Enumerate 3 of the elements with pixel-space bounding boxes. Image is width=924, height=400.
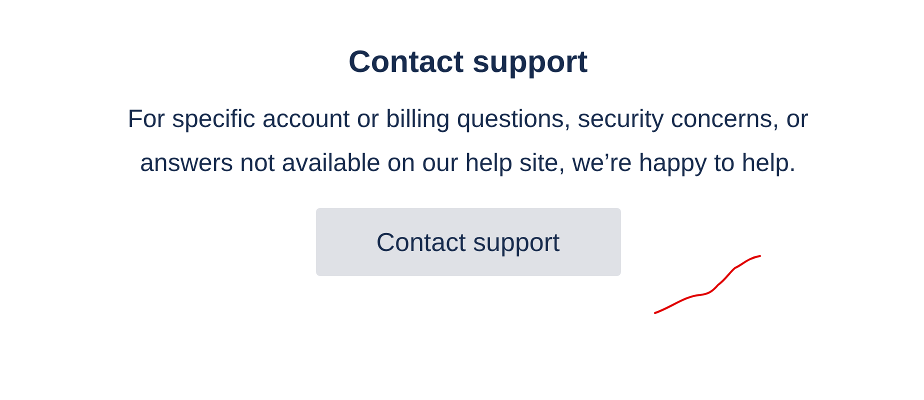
- description-text: For specific account or billing questions, security concerns, or answers not available on our help site, we’re happy to help.: [126, 104, 810, 179]
- section-heading: Contact support: [348, 43, 588, 81]
- contact-support-button[interactable]: Contact support: [316, 208, 620, 276]
